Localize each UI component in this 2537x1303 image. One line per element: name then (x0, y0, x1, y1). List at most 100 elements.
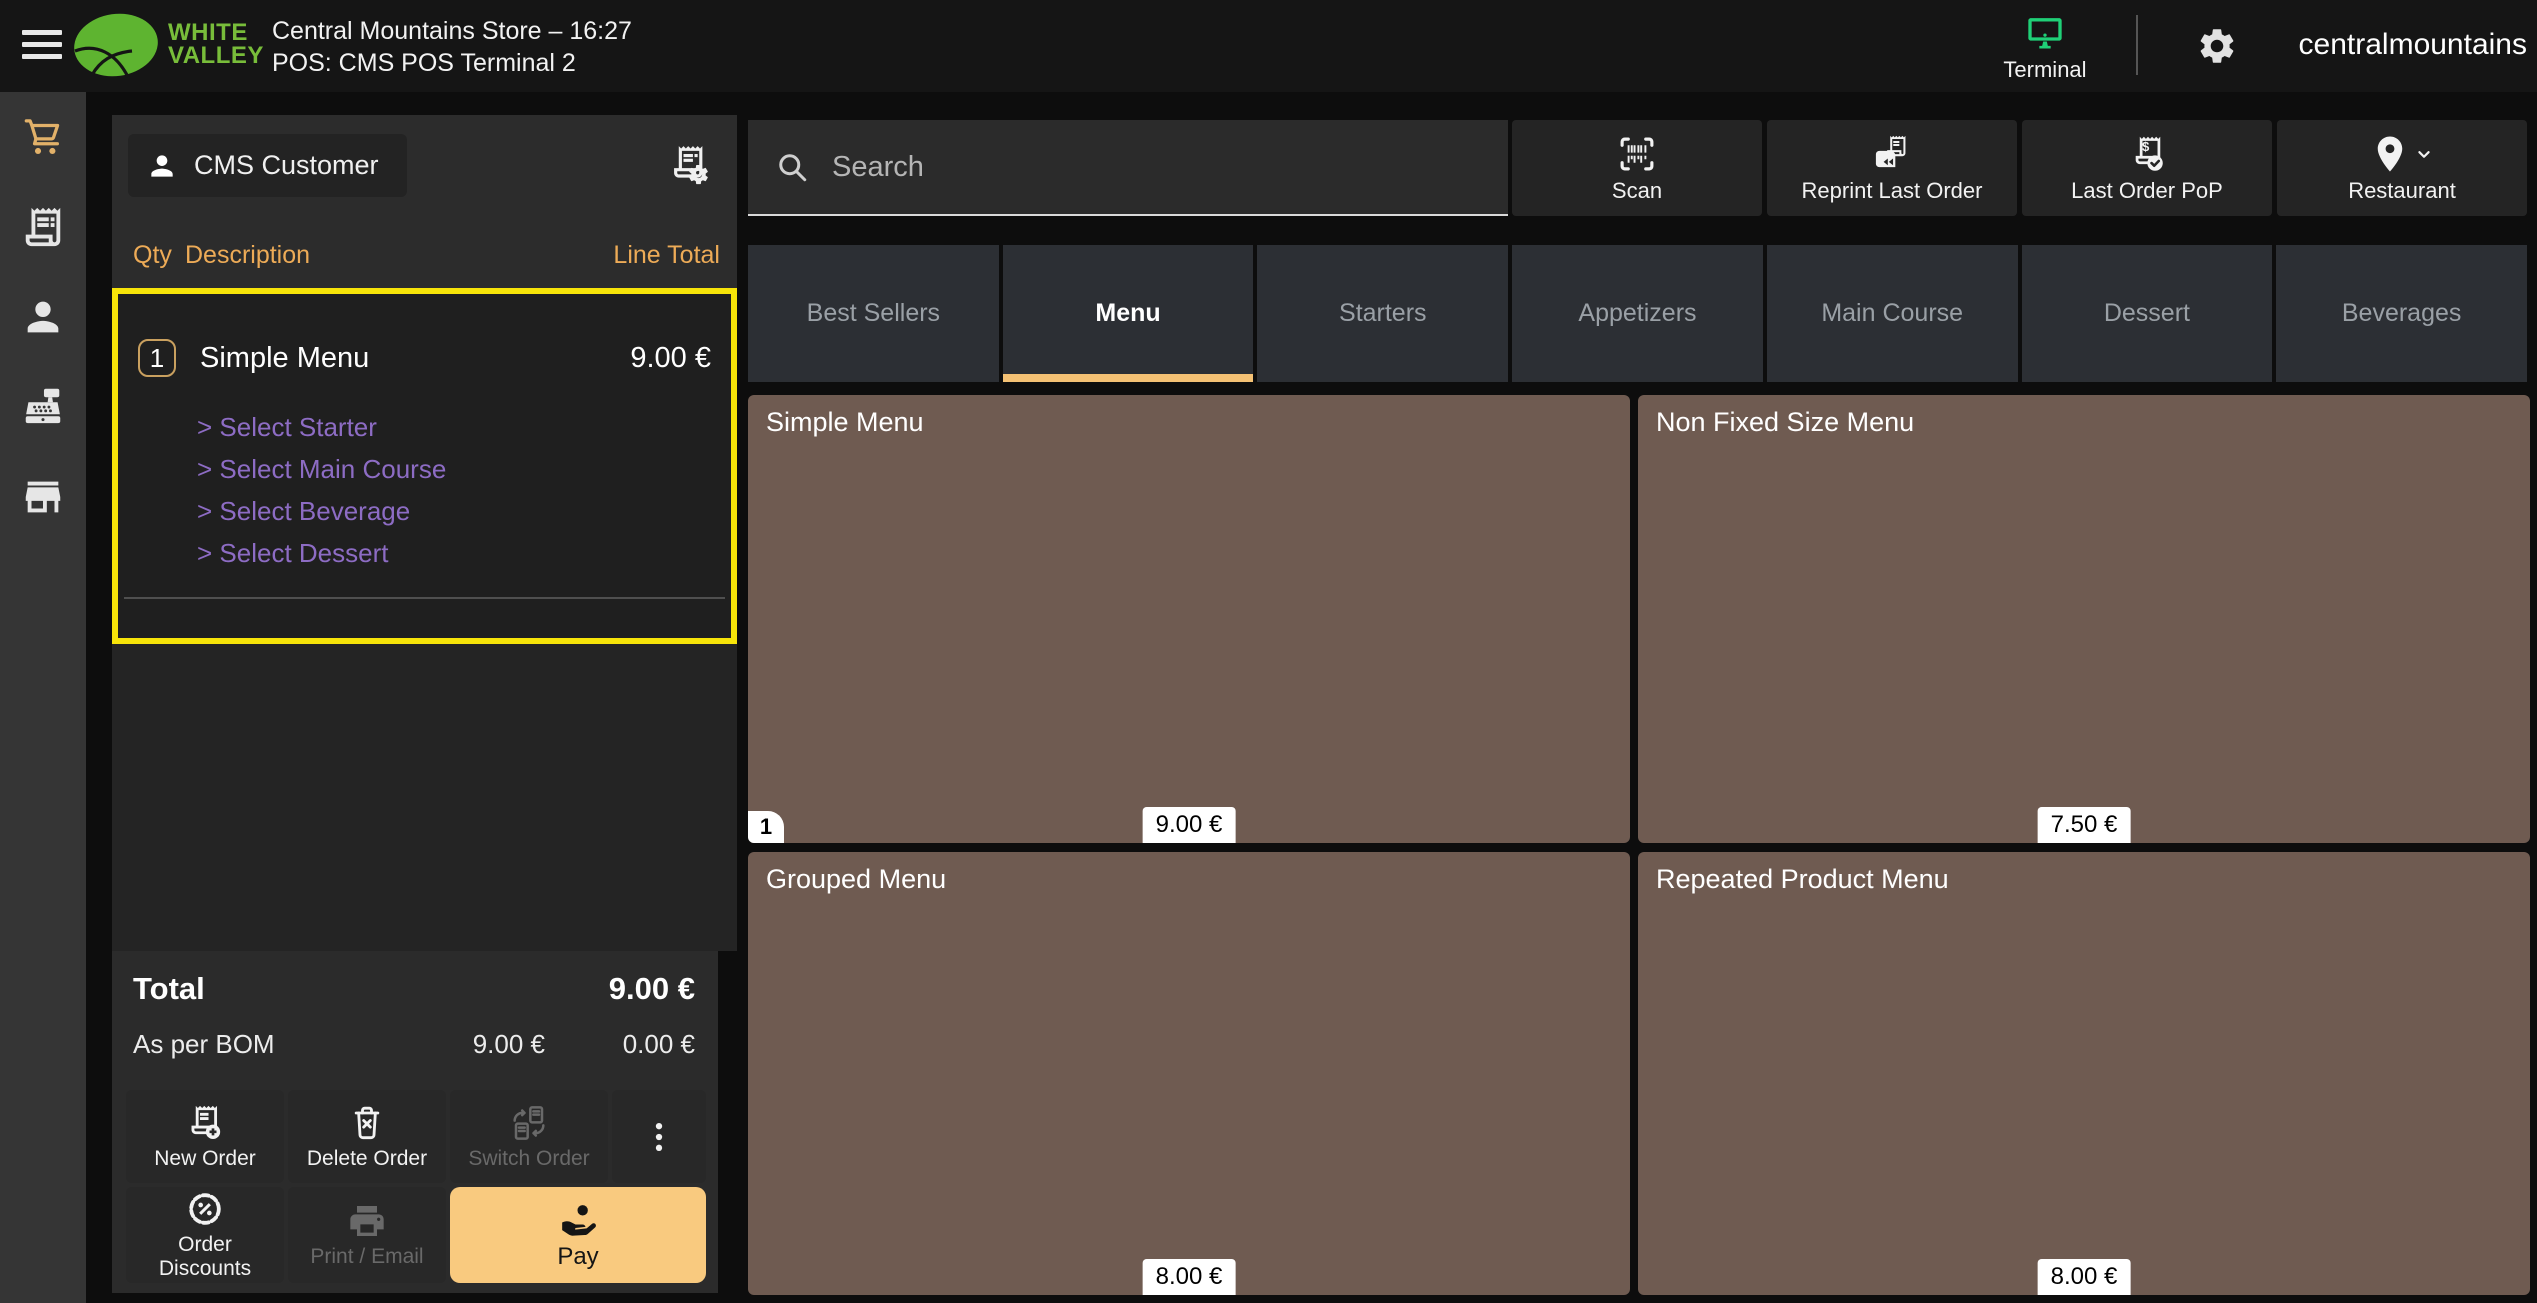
order-panel-header: CMS Customer Qty Description Line Total (112, 115, 737, 288)
more-actions-button[interactable] (612, 1090, 706, 1183)
tab-dessert[interactable]: Dessert (2022, 245, 2273, 382)
line-item-name: Simple Menu (200, 342, 369, 375)
printer-icon (347, 1201, 387, 1241)
top-action-buttons: Scan Reprint Last Order $ Last Order PoP (1512, 120, 2527, 216)
search-bar (748, 120, 1508, 216)
store-icon (20, 474, 66, 520)
customer-person-icon (146, 150, 178, 182)
tab-starters[interactable]: Starters (1257, 245, 1508, 382)
new-order-button[interactable]: New Order (126, 1090, 284, 1183)
last-order-pop-button[interactable]: $ Last Order PoP (2022, 120, 2272, 216)
account-name[interactable]: centralmountains (2299, 28, 2527, 62)
bom-label: As per BOM (133, 1029, 275, 1060)
logo-leaf-icon (72, 9, 160, 81)
shopping-cart-icon (20, 114, 66, 160)
select-beverage-link[interactable]: > Select Beverage (197, 490, 446, 532)
receipt-icon (20, 204, 66, 250)
tab-beverages[interactable]: Beverages (2276, 245, 2527, 382)
select-starter-link[interactable]: > Select Starter (197, 406, 446, 448)
sidebar-item-cart[interactable] (0, 92, 86, 182)
product-name: Grouped Menu (766, 864, 946, 895)
barcode-scan-icon (1616, 133, 1658, 175)
receipt-plus-icon (185, 1103, 225, 1143)
print-email-button[interactable]: Print / Email (288, 1187, 446, 1283)
line-qty-badge: 1 (138, 339, 176, 377)
discount-percent-icon (185, 1189, 225, 1229)
sidebar-item-customers[interactable] (0, 272, 86, 362)
total-value: 9.00 € (609, 971, 695, 1007)
line-item-total: 9.00 € (630, 342, 711, 375)
menu-option-links: > Select Starter > Select Main Course > … (197, 406, 446, 574)
line-divider (124, 597, 725, 599)
switch-arrows-icon (509, 1103, 549, 1143)
pos-line: POS: CMS POS Terminal 2 (272, 47, 632, 79)
select-dessert-link[interactable]: > Select Dessert (197, 532, 446, 574)
restaurant-location-button[interactable]: Restaurant (2277, 120, 2527, 216)
search-input[interactable] (832, 151, 1508, 184)
search-icon (774, 149, 810, 185)
product-qty-badge: 1 (748, 811, 784, 843)
tab-best-sellers[interactable]: Best Sellers (748, 245, 999, 382)
svg-text:$: $ (2142, 138, 2150, 153)
bom-value-1: 9.00 € (473, 1029, 545, 1060)
store-info: Central Mountains Store – 16:27 POS: CMS… (272, 15, 632, 79)
vertical-dots-icon (639, 1117, 679, 1157)
bom-value-2: 0.00 € (623, 1029, 695, 1060)
topbar-divider (2136, 15, 2138, 75)
terminal-button[interactable]: Terminal (1985, 8, 2105, 88)
reprint-last-order-button[interactable]: Reprint Last Order (1767, 120, 2017, 216)
brand-text: WHITE VALLEY (168, 22, 264, 68)
tab-menu[interactable]: Menu (1003, 245, 1254, 382)
product-price-badge: 7.50 € (2038, 807, 2131, 843)
cash-register-icon (20, 384, 66, 430)
pay-button[interactable]: Pay (450, 1187, 706, 1283)
order-line-list: 1 Simple Menu 9.00 € > Select Starter > … (112, 288, 737, 951)
selected-order-line[interactable]: 1 Simple Menu 9.00 € > Select Starter > … (112, 288, 737, 644)
tab-appetizers[interactable]: Appetizers (1512, 245, 1763, 382)
product-tile-simple-menu[interactable]: Simple Menu 1 9.00 € (748, 395, 1630, 843)
person-icon (20, 294, 66, 340)
order-line-row[interactable]: 1 Simple Menu 9.00 € (138, 338, 711, 378)
terminal-label: Terminal (2003, 57, 2086, 83)
top-bar: WHITE VALLEY Central Mountains Store – 1… (0, 0, 2537, 92)
order-actions: New Order Delete Order (126, 1090, 706, 1283)
customer-button[interactable]: CMS Customer (128, 134, 407, 197)
category-tabs: Best Sellers Menu Starters Appetizers Ma… (748, 245, 2527, 382)
store-line: Central Mountains Store – 16:27 (272, 15, 632, 47)
left-sidebar (0, 92, 86, 1303)
customer-name: CMS Customer (194, 150, 379, 181)
product-tile-grouped-menu[interactable]: Grouped Menu 8.00 € (748, 852, 1630, 1295)
product-price-badge: 9.00 € (1143, 807, 1236, 843)
tab-main-course[interactable]: Main Course (1767, 245, 2018, 382)
product-name: Repeated Product Menu (1656, 864, 1949, 895)
terminal-monitor-icon (2023, 14, 2067, 54)
delete-order-button[interactable]: Delete Order (288, 1090, 446, 1183)
product-tile-non-fixed-size-menu[interactable]: Non Fixed Size Menu 7.50 € (1638, 395, 2530, 843)
product-name: Simple Menu (766, 407, 924, 438)
product-tile-repeated-product-menu[interactable]: Repeated Product Menu 8.00 € (1638, 852, 2530, 1295)
receipt-check-icon: $ (2126, 133, 2168, 175)
white-valley-logo: WHITE VALLEY (72, 9, 264, 81)
product-name: Non Fixed Size Menu (1656, 407, 1914, 438)
product-price-badge: 8.00 € (1143, 1259, 1236, 1295)
totals-section: Total 9.00 € As per BOM 9.00 € 0.00 € Ne… (112, 951, 718, 1293)
order-panel: CMS Customer Qty Description Line Total … (112, 115, 737, 1293)
settings-gear-icon[interactable] (2196, 25, 2238, 67)
sidebar-item-store[interactable] (0, 452, 86, 542)
hamburger-menu-icon[interactable] (22, 30, 62, 64)
product-price-badge: 8.00 € (2038, 1259, 2131, 1295)
reprint-receipt-icon (1871, 133, 1913, 175)
order-settings-button[interactable] (659, 137, 721, 195)
sidebar-item-cash-register[interactable] (0, 362, 86, 452)
switch-order-button[interactable]: Switch Order (450, 1090, 608, 1183)
column-description: Description (185, 241, 310, 270)
column-qty: Qty (133, 241, 172, 270)
product-grid: Simple Menu 1 9.00 € Non Fixed Size Menu… (748, 395, 2530, 1295)
select-main-course-link[interactable]: > Select Main Course (197, 448, 446, 490)
sidebar-item-orders[interactable] (0, 182, 86, 272)
location-pin-icon (2369, 133, 2411, 175)
order-discounts-button[interactable]: Order Discounts (126, 1187, 284, 1283)
scan-button[interactable]: Scan (1512, 120, 1762, 216)
hand-coin-icon (558, 1201, 598, 1241)
trash-x-icon (347, 1103, 387, 1143)
